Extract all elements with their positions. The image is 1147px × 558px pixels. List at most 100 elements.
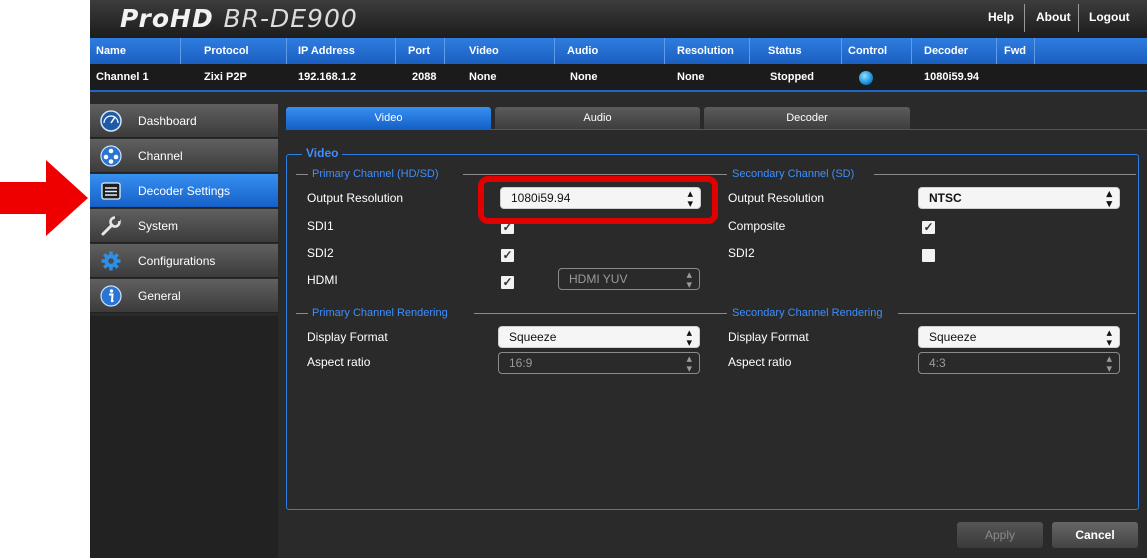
col-protocol[interactable]: Protocol — [204, 45, 249, 57]
sidebar-item-dashboard[interactable]: Dashboard — [90, 104, 278, 138]
tab-decoder[interactable]: Decoder — [704, 107, 910, 129]
divider — [395, 38, 396, 64]
sdi2-secondary-checkbox[interactable] — [922, 249, 935, 262]
divider — [996, 38, 997, 64]
col-name[interactable]: Name — [96, 45, 126, 57]
row-status: Stopped — [770, 71, 814, 83]
secondary-display-format-select[interactable]: Squeeze ▴ ▾ — [918, 326, 1120, 349]
divider — [444, 38, 445, 64]
table-row[interactable]: Channel 1 Zixi P2P 192.168.1.2 2088 None… — [90, 64, 1147, 92]
divider — [286, 38, 287, 64]
about-link[interactable]: About — [1036, 10, 1071, 24]
divider — [1078, 4, 1079, 32]
secondary-aspect-ratio-select[interactable]: 4:3 ▴ ▾ — [918, 352, 1120, 375]
updown-arrow-icon: ▴ ▾ — [1106, 327, 1112, 349]
col-resolution[interactable]: Resolution — [677, 45, 734, 57]
hdmi-label: HDMI — [307, 273, 338, 287]
logo-brand: ProHD — [120, 4, 214, 33]
divider — [874, 174, 1136, 175]
composite-label: Composite — [728, 219, 786, 233]
col-control[interactable]: Control — [848, 45, 887, 57]
sidebar-item-label: Dashboard — [138, 114, 197, 128]
col-ip-address[interactable]: IP Address — [298, 45, 355, 57]
logo-model: BR-DE900 — [223, 4, 358, 33]
updown-arrow-icon: ▴ ▾ — [686, 327, 692, 349]
sidebar-item-system[interactable]: System — [90, 209, 278, 243]
sidebar-item-general[interactable]: General — [90, 279, 278, 313]
hdmi-format-select[interactable]: HDMI YUV ▴ ▾ — [558, 268, 700, 291]
sidebar-item-decoder-settings[interactable]: Decoder Settings — [90, 174, 278, 208]
row-decoder: 1080i59.94 — [924, 71, 980, 83]
sidebar-item-label: Configurations — [138, 254, 216, 268]
sidebar-item-label: Decoder Settings — [138, 184, 231, 198]
tab-audio[interactable]: Audio — [495, 107, 700, 129]
col-audio[interactable]: Audio — [567, 45, 598, 57]
sidebar-item-label: System — [138, 219, 179, 233]
updown-arrow-icon: ▴ ▾ — [686, 353, 692, 375]
divider — [180, 38, 181, 64]
sidebar-item-label: General — [138, 289, 181, 303]
col-video[interactable]: Video — [469, 45, 499, 57]
tab-video[interactable]: Video — [286, 107, 491, 129]
sidebar-background — [90, 316, 278, 558]
row-port: 2088 — [412, 71, 437, 83]
sidebar-item-channel[interactable]: Channel — [90, 139, 278, 173]
col-decoder[interactable]: Decoder — [924, 45, 968, 57]
primary-aspect-ratio-label: Aspect ratio — [307, 355, 371, 369]
col-status[interactable]: Status — [768, 45, 802, 57]
gear-icon — [101, 251, 121, 271]
col-port[interactable]: Port — [408, 45, 430, 57]
divider — [717, 174, 727, 175]
divider — [1034, 38, 1035, 64]
composite-checkbox[interactable]: ✓ — [922, 221, 935, 234]
divider — [286, 129, 1147, 130]
secondary-rendering-heading: Secondary Channel Rendering — [728, 307, 887, 319]
row-audio: None — [570, 71, 598, 83]
sdi2-primary-label: SDI2 — [307, 246, 334, 260]
channel-table-header: Name Protocol IP Address Port Video Audi… — [90, 38, 1147, 64]
dashboard-icon — [100, 110, 122, 132]
sdi2-primary-checkbox[interactable]: ✓ — [501, 249, 514, 262]
secondary-aspect-ratio-label: Aspect ratio — [728, 355, 792, 369]
divider — [841, 38, 842, 64]
top-bar: ProHD BR-DE900 Help About Logout — [90, 0, 1147, 38]
divider — [664, 38, 665, 64]
divider — [554, 38, 555, 64]
primary-display-format-label: Display Format — [307, 330, 388, 344]
secondary-output-resolution-select[interactable]: NTSC ▴ ▾ — [918, 187, 1120, 210]
sidebar: Dashboard Channel Decoder Settings Syste… — [90, 104, 278, 558]
divider — [296, 174, 308, 175]
select-value: NTSC — [929, 191, 962, 205]
primary-aspect-ratio-select[interactable]: 16:9 ▴ ▾ — [498, 352, 700, 375]
channel-icon — [100, 145, 122, 167]
row-name: Channel 1 — [96, 71, 149, 83]
cancel-button[interactable]: Cancel — [1052, 522, 1138, 548]
secondary-channel-heading: Secondary Channel (SD) — [728, 168, 859, 180]
divider — [911, 38, 912, 64]
divider — [296, 313, 308, 314]
col-fwd[interactable]: Fwd — [1004, 45, 1026, 57]
tab-bar: Video Audio Decoder — [286, 107, 1147, 129]
help-link[interactable]: Help — [988, 10, 1014, 24]
apply-button[interactable]: Apply — [957, 522, 1043, 548]
logout-link[interactable]: Logout — [1089, 10, 1130, 24]
sidebar-item-configurations[interactable]: Configurations — [90, 244, 278, 278]
secondary-output-resolution-label: Output Resolution — [728, 191, 825, 205]
select-value: Squeeze — [509, 330, 557, 344]
secondary-display-format-label: Display Format — [728, 330, 809, 344]
row-protocol: Zixi P2P — [204, 71, 247, 83]
row-video: None — [469, 71, 497, 83]
sdi1-label: SDI1 — [307, 219, 334, 233]
play-globe-icon[interactable] — [859, 71, 873, 85]
divider — [749, 38, 750, 64]
primary-display-format-select[interactable]: Squeeze ▴ ▾ — [498, 326, 700, 349]
row-resolution: None — [677, 71, 705, 83]
divider — [898, 313, 1136, 314]
select-value: HDMI YUV — [569, 272, 628, 286]
hdmi-checkbox[interactable]: ✓ — [501, 276, 514, 289]
divider — [1024, 4, 1025, 32]
select-value: Squeeze — [929, 330, 977, 344]
video-legend: Video — [302, 146, 343, 160]
sdi2-secondary-label: SDI2 — [728, 246, 755, 260]
primary-channel-heading: Primary Channel (HD/SD) — [308, 168, 443, 180]
